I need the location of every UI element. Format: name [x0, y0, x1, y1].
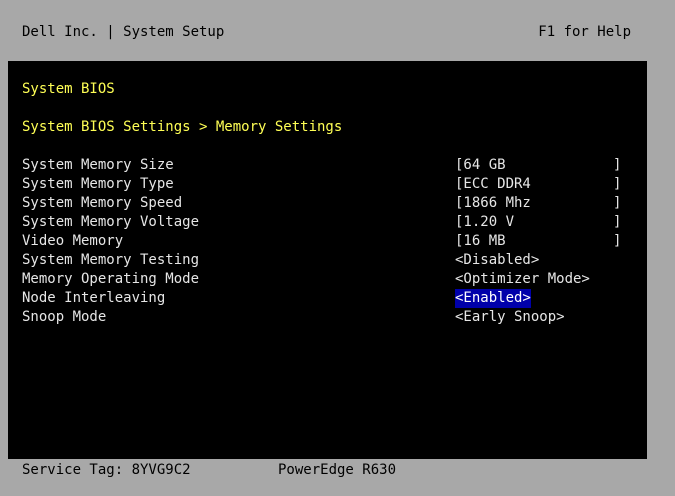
- setting-value: [1866 Mhz: [455, 195, 531, 211]
- setting-row-system-memory-type: System Memory Type [ECC DDR4 ]: [22, 175, 632, 194]
- setting-value: [16 MB: [455, 233, 506, 249]
- setting-value: [64 GB: [455, 157, 506, 173]
- setting-label: System Memory Size: [22, 157, 174, 173]
- help-hint[interactable]: F1 for Help: [538, 23, 631, 42]
- setting-row-snoop-mode[interactable]: Snoop Mode <Early Snoop>: [22, 308, 632, 327]
- setting-option-select-selected[interactable]: <Enabled>: [455, 289, 531, 308]
- setting-value-end: ]: [613, 233, 622, 249]
- system-model: PowerEdge R630: [278, 462, 397, 478]
- setting-row-system-memory-testing[interactable]: System Memory Testing <Disabled>: [22, 251, 632, 270]
- setting-row-memory-operating-mode[interactable]: Memory Operating Mode <Optimizer Mode>: [22, 270, 632, 289]
- setting-option-select[interactable]: <Optimizer Mode>: [455, 270, 590, 289]
- setting-value-end: ]: [613, 195, 622, 211]
- setting-label: Node Interleaving: [22, 290, 166, 306]
- setting-label: System Memory Testing: [22, 252, 200, 268]
- setting-label: Memory Operating Mode: [22, 271, 200, 287]
- breadcrumb[interactable]: System BIOS Settings > Memory Settings: [22, 118, 342, 137]
- section-title: System BIOS: [22, 81, 115, 97]
- setting-row-system-memory-speed: System Memory Speed [1866 Mhz ]: [22, 194, 632, 213]
- setting-option-select[interactable]: <Early Snoop>: [455, 308, 565, 327]
- setting-label: Video Memory: [22, 233, 124, 249]
- setting-label: Snoop Mode: [22, 309, 107, 325]
- setting-value-end: ]: [613, 157, 622, 173]
- setting-value: [ECC DDR4: [455, 176, 531, 192]
- setting-label: System Memory Voltage: [22, 214, 200, 230]
- setting-label: System Memory Speed: [22, 195, 183, 211]
- setting-row-system-memory-voltage: System Memory Voltage [1.20 V ]: [22, 213, 632, 232]
- settings-panel: System BIOS System BIOS Settings > Memor…: [8, 61, 647, 459]
- service-tag: Service Tag: 8YVG9C2: [22, 462, 191, 478]
- setting-value-end: ]: [613, 214, 622, 230]
- memory-settings-list: System Memory Size [64 GB ] System Memor…: [22, 156, 632, 327]
- setting-option-select[interactable]: <Disabled>: [455, 251, 539, 270]
- footer-bar: Service Tag: 8YVG9C2 PowerEdge R630: [0, 459, 675, 496]
- setting-value: [1.20 V: [455, 214, 515, 230]
- setting-row-node-interleaving[interactable]: Node Interleaving <Enabled>: [22, 289, 632, 308]
- setting-value-end: ]: [613, 176, 622, 192]
- setting-row-video-memory: Video Memory [16 MB ]: [22, 232, 632, 251]
- app-title: Dell Inc. | System Setup: [22, 24, 225, 40]
- setting-label: System Memory Type: [22, 176, 174, 192]
- header-bar: Dell Inc. | System Setup F1 for Help: [0, 0, 675, 61]
- setting-row-system-memory-size: System Memory Size [64 GB ]: [22, 156, 632, 175]
